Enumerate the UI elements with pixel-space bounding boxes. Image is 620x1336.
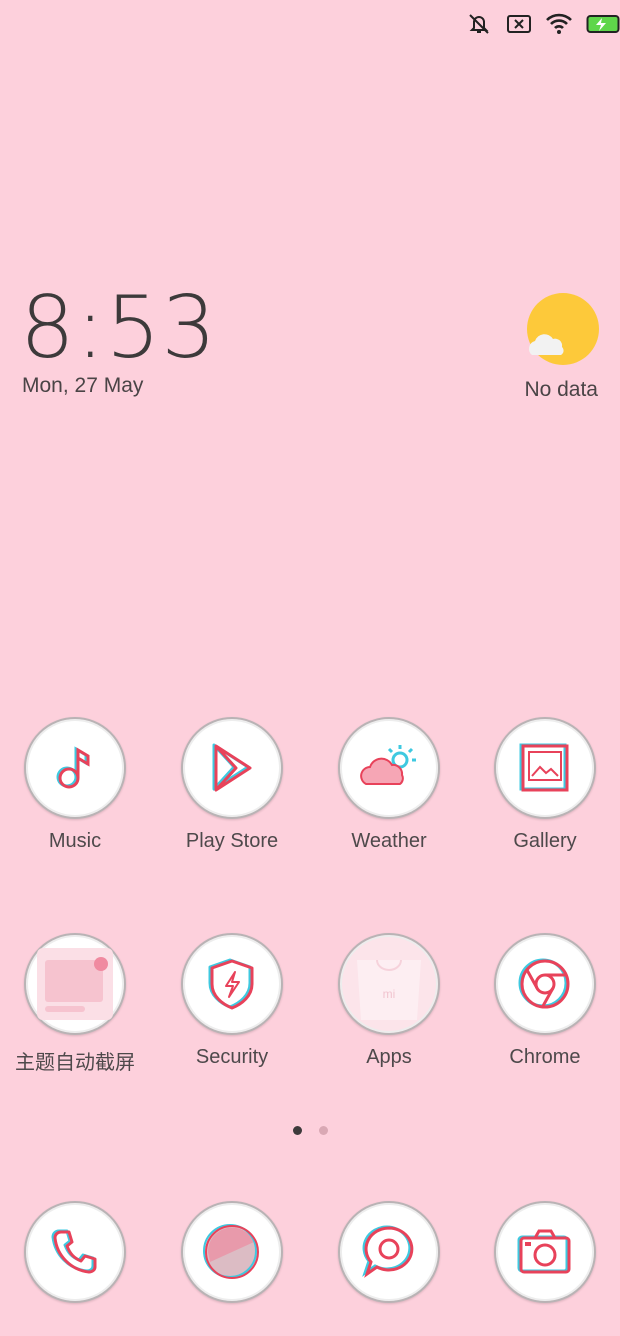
dock-phone[interactable] <box>0 1201 153 1303</box>
app-label: 主题自动截屏 <box>15 1052 135 1074</box>
app-weather[interactable]: Weather <box>311 717 467 853</box>
app-play-store[interactable]: Play Store <box>154 717 310 853</box>
app-icon-circle <box>338 717 440 819</box>
app-security[interactable]: Security <box>154 933 310 1069</box>
no-sim-icon <box>507 15 531 33</box>
play-store-icon <box>212 743 252 792</box>
app-label: Play Store <box>185 830 279 852</box>
app-label: Chrome <box>509 1046 581 1068</box>
app-icon-circle <box>24 1201 126 1303</box>
app-label: Gallery <box>513 830 577 852</box>
mi-apps-icon: mi <box>357 959 421 1020</box>
app-icon-circle <box>494 717 596 819</box>
page-dot-1[interactable] <box>292 1126 302 1135</box>
app-label: Security <box>195 1046 269 1068</box>
phone-icon <box>51 1229 97 1274</box>
svg-text:mi: mi <box>383 987 396 1001</box>
app-theme-screenshot[interactable]: 主题自动截屏 <box>0 933 153 1075</box>
page-indicator[interactable] <box>0 1126 620 1135</box>
app-icon-circle <box>181 933 283 1035</box>
dock-messaging[interactable] <box>311 1201 467 1303</box>
app-icon-circle <box>338 1201 440 1303</box>
app-icon-circle <box>24 933 126 1035</box>
app-chrome[interactable]: Chrome <box>467 933 620 1069</box>
screenshot-icon <box>37 948 113 1020</box>
status-bar <box>466 10 620 38</box>
clock-widget[interactable]: 8:53 Mon, 27 May <box>20 282 217 398</box>
messaging-icon <box>362 1225 414 1278</box>
wifi-icon <box>546 13 572 34</box>
camera-icon <box>517 1229 571 1274</box>
app-apps[interactable]: mi Apps <box>311 933 467 1069</box>
app-gallery[interactable]: Gallery <box>467 717 620 853</box>
weather-icon <box>360 745 416 785</box>
app-label: Apps <box>366 1046 412 1068</box>
weather-status: No data <box>524 378 598 401</box>
chrome-icon <box>518 958 570 1009</box>
battery-charging-icon <box>586 15 620 33</box>
app-icon-circle <box>181 717 283 819</box>
app-icon-circle <box>494 933 596 1035</box>
sun-cloud-icon <box>527 293 599 365</box>
page-dot-2[interactable] <box>318 1126 328 1135</box>
dock-camera[interactable] <box>467 1201 620 1303</box>
app-icon-circle <box>494 1201 596 1303</box>
app-icon-circle <box>181 1201 283 1303</box>
gallery-icon <box>519 743 569 792</box>
dock-browser[interactable] <box>154 1201 310 1303</box>
browser-icon <box>203 1224 259 1279</box>
app-icon-circle <box>24 717 126 819</box>
app-label: Weather <box>351 830 427 852</box>
clock-time: 8:53 <box>20 278 218 378</box>
mute-icon <box>469 14 489 34</box>
app-label: Music <box>48 830 102 852</box>
music-note-icon <box>56 746 90 789</box>
app-icon-circle: mi <box>338 933 440 1035</box>
app-music[interactable]: Music <box>0 717 153 853</box>
shield-icon <box>208 958 254 1010</box>
